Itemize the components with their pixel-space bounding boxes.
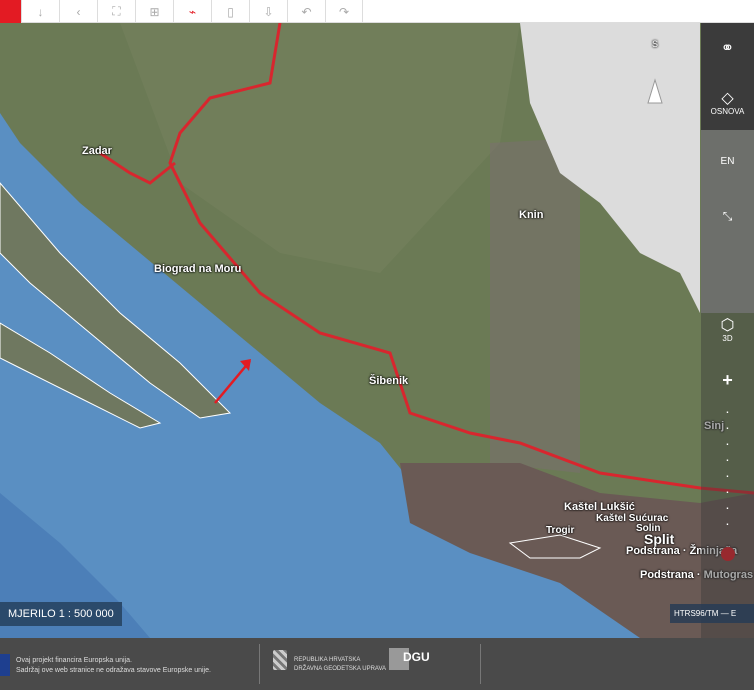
north-label: S (652, 39, 659, 49)
basemap-button[interactable]: ◇ OSNOVA (701, 90, 754, 117)
cube-icon: ⬡ (720, 317, 735, 334)
rh-line1: REPUBLIKA HRVATSKA (294, 657, 361, 663)
measure-icon: ⌁ (188, 4, 197, 19)
export-button[interactable]: ⇩ (249, 0, 287, 23)
collapse-icon: ⤡ (722, 209, 733, 223)
add-layer-icon: ⊞ (149, 4, 160, 19)
imagery-patch (490, 138, 580, 473)
eu-text-line2: Sadržaj ove web stranice ne odražava sta… (16, 667, 211, 674)
dgu-label: DGU (403, 650, 430, 664)
crs-indicator[interactable]: HTRS96/TM — E (670, 604, 754, 623)
zoom-slider[interactable]: · · · · · · · · (701, 403, 754, 531)
map-canvas[interactable]: Zadar Biograd na Moru Knin Šibenik Sinj … (0, 23, 754, 638)
eu-text-line1: Ovaj projekt financira Europska unija. (16, 657, 132, 664)
map-sidebar: ⚭ ◇ OSNOVA EN ⤡ ⬡ 3D + · · · · · · · · (701, 23, 754, 638)
rh-line2: DRŽAVNA GEODETSKA UPRAVA (294, 666, 387, 672)
export-icon: ⇩ (263, 4, 274, 19)
footer: Ovaj projekt financira Europska unija. Sa… (0, 638, 754, 690)
3d-label: 3D (722, 334, 733, 343)
language-button[interactable]: EN (701, 156, 754, 167)
menu-button[interactable] (0, 0, 21, 23)
zoom-in-button[interactable]: + (701, 370, 754, 391)
basemap-label: OSNOVA (710, 107, 745, 116)
3d-button[interactable]: ⬡ 3D (701, 317, 754, 344)
redo-button[interactable]: ↷ (325, 0, 363, 23)
collapse-button[interactable]: ⤡ (701, 208, 754, 224)
label-trogir: Trogir (546, 525, 575, 536)
label-zadar: Zadar (82, 145, 112, 157)
layers-icon: ⚭ (720, 40, 735, 57)
undo-icon: ↶ (301, 4, 312, 19)
zoom-out-button[interactable]: — (721, 609, 729, 618)
label-knin: Knin (519, 209, 544, 221)
label-sibenik: Šibenik (369, 375, 409, 387)
eu-flag-logo (0, 654, 10, 676)
fullscreen-icon: ⛶ (112, 4, 121, 18)
crs-extra: E (730, 609, 737, 618)
layers-button[interactable]: ⚭ (701, 41, 754, 57)
toolbar: ↓ ‹ ⛶ ⊞ ⌁ ▯ ⇩ ↶ ↷ (0, 0, 754, 23)
download-icon: ↓ (37, 4, 44, 19)
print-button[interactable]: ▯ (211, 0, 249, 23)
add-layer-button[interactable]: ⊞ (135, 0, 173, 23)
back-button[interactable]: ‹ (59, 0, 97, 23)
fullscreen-button[interactable]: ⛶ (97, 0, 135, 23)
print-icon: ▯ (227, 4, 234, 19)
label-biograd: Biograd na Moru (154, 263, 242, 275)
scale-indicator: MJERILO 1 : 500 000 (0, 602, 122, 626)
croatia-coat-of-arms-logo (273, 650, 287, 670)
back-icon: ‹ (76, 4, 81, 19)
undo-button[interactable]: ↶ (287, 0, 325, 23)
diamond-icon: ◇ (721, 90, 734, 107)
download-button[interactable]: ↓ (21, 0, 59, 23)
measure-button[interactable]: ⌁ (173, 0, 211, 23)
label-kastel-luksic: Kaštel Lukšić (564, 501, 635, 513)
crs-label: HTRS96/TM (674, 609, 719, 618)
redo-icon: ↷ (338, 4, 350, 19)
